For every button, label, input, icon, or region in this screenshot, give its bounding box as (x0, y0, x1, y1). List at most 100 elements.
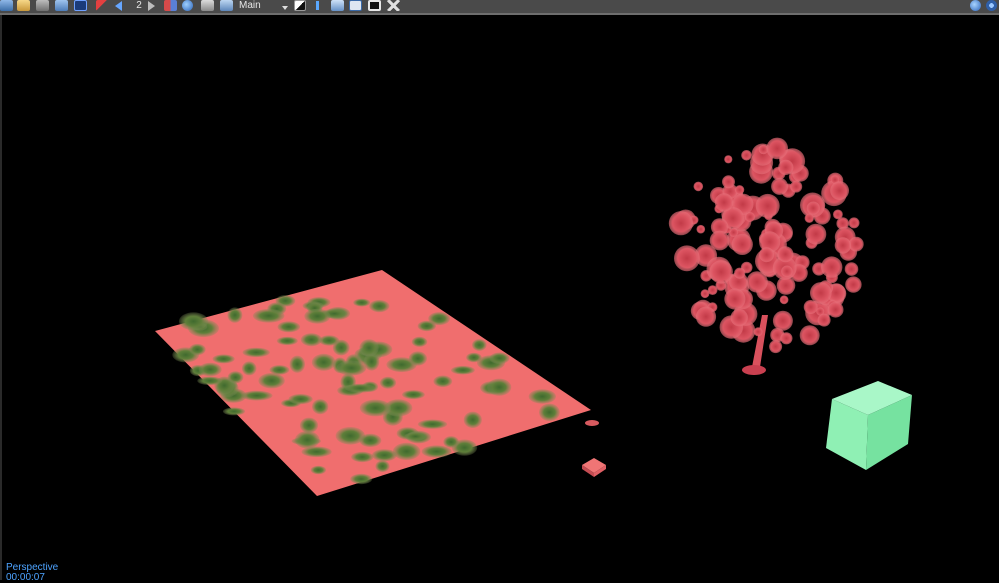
grass-tuft (269, 365, 290, 375)
render-viewport[interactable]: Perspective 00:00:07 (0, 15, 999, 583)
prev-arrow-icon (115, 0, 122, 11)
leaf-cluster (696, 224, 706, 234)
grayscale-button[interactable] (294, 0, 306, 11)
grass-tuft (369, 300, 390, 313)
layer-icon (349, 0, 362, 11)
leaf-cluster (734, 185, 745, 195)
pen-icon (96, 0, 109, 11)
grass-tuft (433, 375, 453, 388)
grass-tuft (252, 309, 285, 323)
grass-tuft (539, 403, 560, 421)
grass-tuft (197, 376, 223, 386)
globe-right-button[interactable] (970, 0, 981, 11)
small-red-object[interactable] (585, 420, 599, 426)
leaf-cluster (830, 181, 849, 201)
open-icon (17, 0, 30, 11)
grass-tuft (198, 362, 222, 377)
leaf-cluster (724, 155, 733, 164)
channel-dropdown-button[interactable] (282, 0, 288, 11)
leaf-cluster (753, 327, 763, 337)
grass-tuft (463, 411, 482, 428)
grass-tuft (227, 307, 243, 323)
leaf-cluster (734, 267, 746, 279)
frame-buffer-toolbar: 2 Main (0, 0, 999, 15)
frame-spinner-value[interactable]: 2 (135, 0, 143, 11)
grass-tuft (417, 320, 436, 332)
green-cube[interactable] (826, 381, 912, 470)
open-button[interactable] (17, 0, 30, 11)
histogram-icon (201, 0, 214, 11)
ab-compare-button[interactable] (164, 0, 177, 11)
grayscale-icon (294, 0, 306, 11)
info-button[interactable] (316, 0, 319, 11)
grass-tuft (379, 376, 397, 389)
frame-icon (368, 0, 381, 11)
leaf-cluster (799, 325, 820, 346)
grass-tuft (336, 360, 367, 376)
prev-frame-button[interactable] (115, 0, 122, 11)
grass-tuft (487, 378, 512, 396)
photoshop-button[interactable] (74, 0, 87, 11)
cache-icon (55, 0, 68, 11)
leaf-cluster (709, 260, 733, 284)
cache-button[interactable] (55, 0, 68, 11)
grass-tuft (319, 335, 340, 346)
leaf-cluster (817, 313, 831, 327)
grass-tuft (178, 312, 209, 331)
tree[interactable] (668, 137, 864, 375)
tree-base (742, 365, 766, 375)
leaf-cluster (827, 301, 844, 318)
gear-icon (986, 0, 997, 11)
leaf-cluster (772, 310, 793, 331)
pen-button[interactable] (96, 0, 109, 11)
settings-button[interactable] (986, 0, 997, 11)
histogram-button[interactable] (201, 0, 214, 11)
next-frame-button[interactable] (148, 0, 155, 11)
leaf-cluster (766, 137, 788, 160)
grass-tuft (443, 436, 459, 448)
globe-button[interactable] (182, 0, 193, 11)
leaf-cluster (700, 289, 710, 299)
leaf-cluster (778, 159, 794, 175)
leaf-cluster (806, 201, 820, 215)
channel-icon (220, 0, 233, 11)
leaf-cluster (695, 306, 717, 327)
history-button[interactable] (331, 0, 344, 11)
grass-tuft (312, 399, 329, 415)
grass-tuft (300, 333, 322, 347)
leaf-cluster (834, 237, 852, 254)
grass-tuft (421, 445, 452, 458)
leaf-cluster (779, 295, 789, 305)
leaf-cluster (759, 247, 775, 263)
channel-button[interactable] (220, 0, 233, 11)
grass-tuft (402, 390, 425, 400)
grass-tuft (408, 351, 427, 366)
tools-button[interactable] (387, 0, 400, 11)
region-button[interactable] (349, 0, 362, 11)
frame-button[interactable] (368, 0, 381, 11)
leaf-cluster (777, 246, 794, 263)
render-icon (36, 0, 49, 11)
grass-tuft (295, 431, 320, 449)
leaf-cluster (805, 223, 827, 245)
render-button[interactable] (36, 0, 49, 11)
leaf-cluster (709, 230, 730, 251)
leaf-cluster (848, 217, 860, 229)
grass-tuft (242, 347, 270, 358)
save-button[interactable] (0, 0, 13, 11)
grass-tuft (299, 417, 319, 433)
grass-tuft (277, 321, 301, 333)
grass-tuft (353, 298, 371, 307)
leaf-cluster (731, 233, 753, 255)
grass-tuft (350, 473, 373, 485)
save-icon (0, 0, 13, 11)
grass-tuft (212, 354, 235, 364)
leaf-cluster (804, 213, 814, 223)
grass-tuft (392, 442, 421, 460)
leaf-cluster (833, 209, 843, 220)
channel-label[interactable]: Main (239, 0, 269, 11)
leaf-cluster (755, 193, 780, 218)
leaf-cluster (769, 340, 783, 354)
grass-tuft (375, 460, 390, 473)
info-icon (316, 1, 319, 10)
